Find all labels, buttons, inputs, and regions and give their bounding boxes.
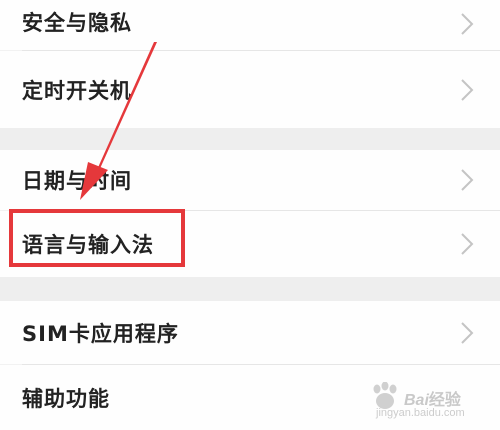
annotation-arrow-icon xyxy=(80,42,157,200)
settings-screen: 安全与隐私 定时开关机 日期与时间 语言与输入法 SIM卡应用程序 辅助功能 B… xyxy=(0,0,500,430)
baidu-jingyan-watermark: Bai经验 jingyan.baidu.com xyxy=(368,382,488,422)
watermark-url: jingyan.baidu.com xyxy=(376,407,465,419)
